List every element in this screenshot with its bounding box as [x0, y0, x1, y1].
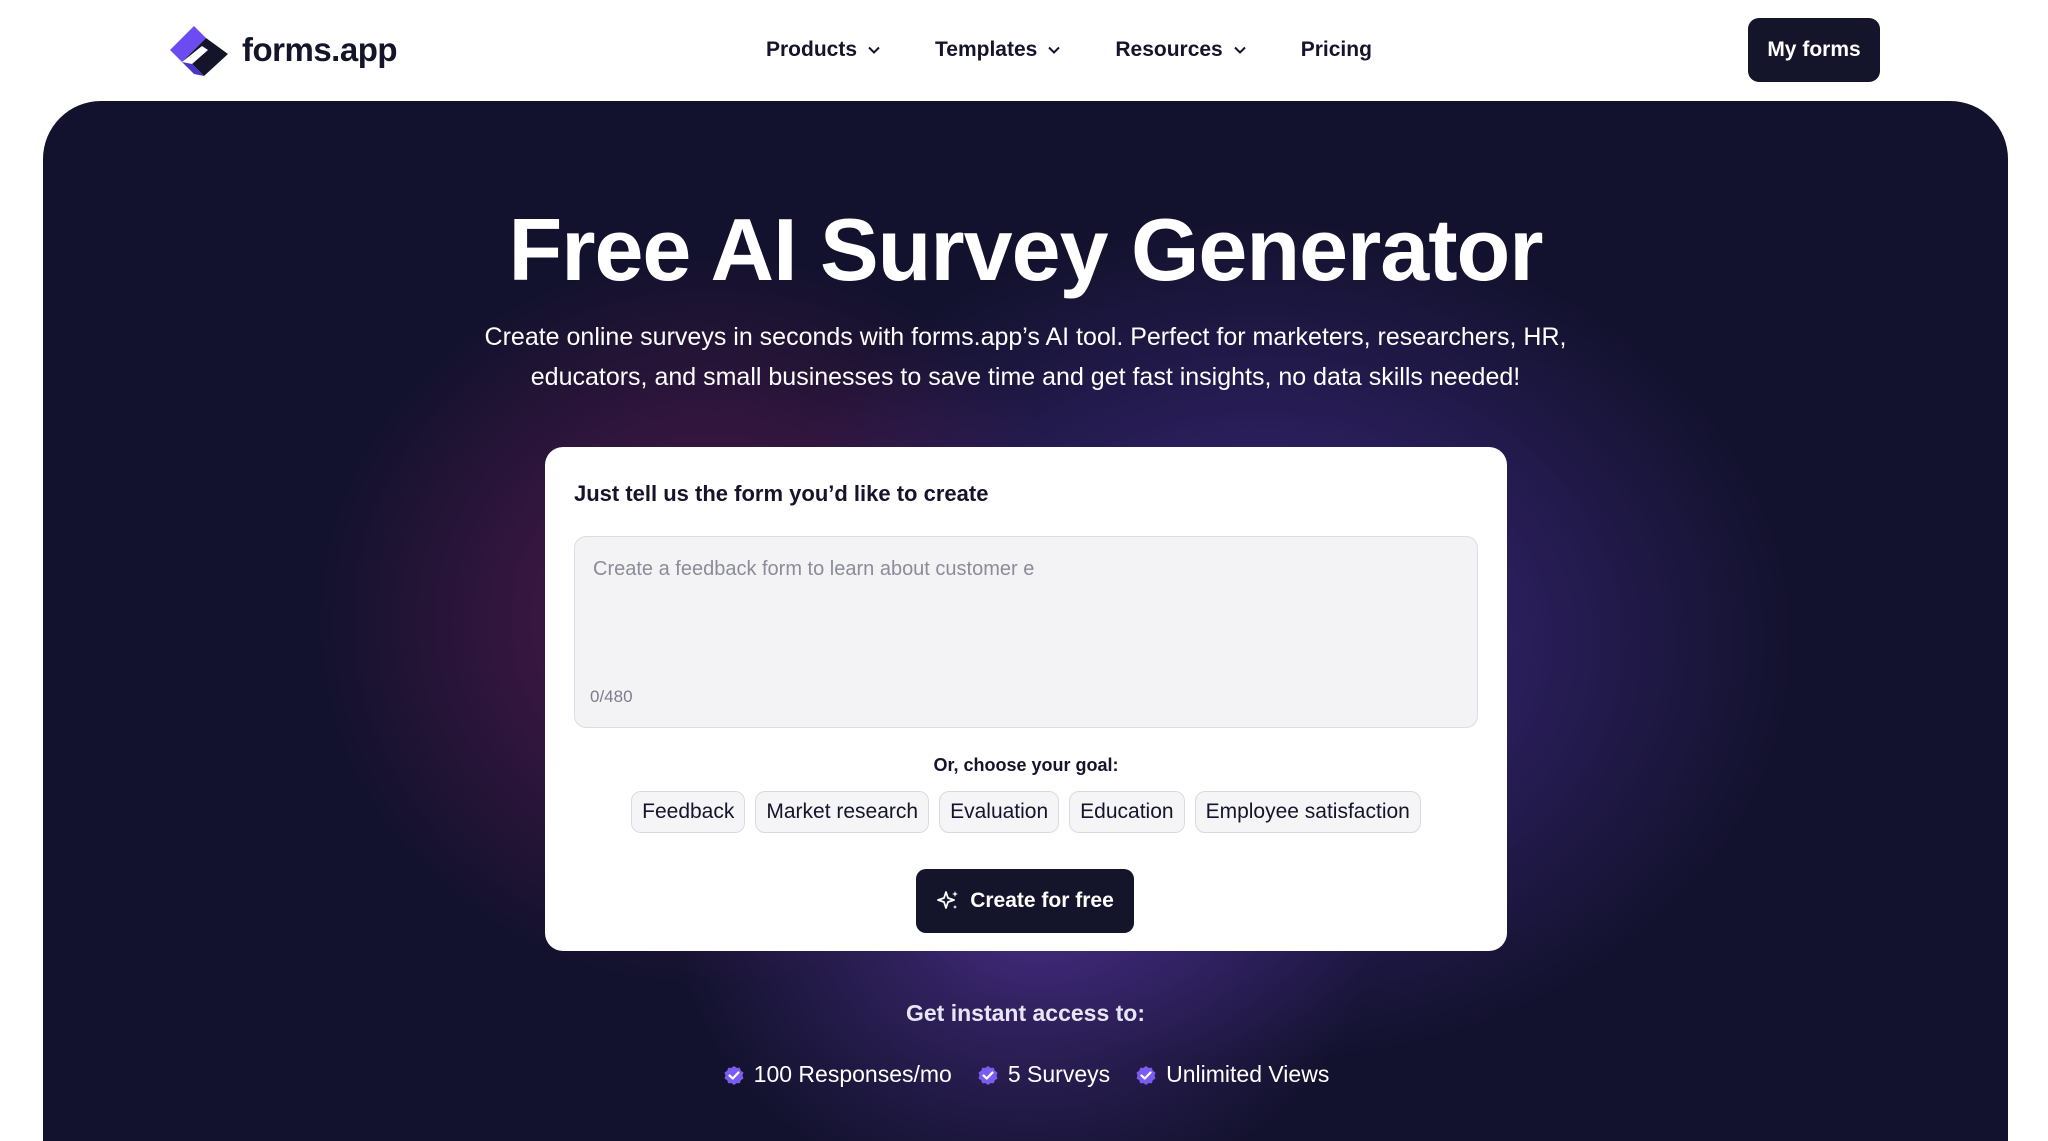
prompt-textarea[interactable]: Create a feedback form to learn about cu…: [574, 536, 1478, 728]
perk-item: Unlimited Views: [1134, 1061, 1329, 1088]
access-perks: 100 Responses/mo 5 Surveys Unlimited Vie…: [43, 1061, 2008, 1088]
goal-chip-employee-satisfaction[interactable]: Employee satisfaction: [1194, 791, 1421, 833]
goal-label: Or, choose your goal:: [933, 755, 1119, 775]
hero-subtitle: Create online surveys in seconds with fo…: [433, 317, 1618, 397]
prompt-placeholder: Create a feedback form to learn about cu…: [593, 558, 1035, 580]
verified-check-icon: [1136, 1065, 1156, 1085]
chevron-down-icon: [868, 46, 880, 54]
ai-generator-card: Just tell us the form you’d like to crea…: [545, 447, 1507, 951]
nav-item-pricing[interactable]: Pricing: [1301, 38, 1372, 62]
hero-subtitle-line-2: educators, and small businesses to save …: [530, 363, 1521, 391]
perk-item: 5 Surveys: [976, 1061, 1110, 1088]
goal-chip-education[interactable]: Education: [1069, 791, 1185, 833]
hero-subtitle-line-1: Create online surveys in seconds with fo…: [484, 323, 1567, 351]
create-for-free-button[interactable]: Create for free: [916, 869, 1134, 933]
create-button-label: Create for free: [970, 889, 1114, 912]
main-nav: Products Templates Resources Pricing: [766, 30, 1372, 70]
nav-item-label: Pricing: [1300, 38, 1372, 61]
perk-label: 100 Responses/mo: [753, 1061, 952, 1087]
access-title: Get instant access to:: [905, 1000, 1146, 1026]
forms-app-logo[interactable]: forms.app: [168, 24, 398, 76]
nav-item-resources[interactable]: Resources: [1115, 38, 1246, 62]
goal-chip-market-research[interactable]: Market research: [755, 791, 930, 833]
sparkle-icon: [937, 891, 959, 909]
prompt-label: Just tell us the form you’d like to crea…: [574, 481, 989, 506]
goal-chip-evaluation[interactable]: Evaluation: [939, 791, 1060, 833]
chevron-down-icon: [1234, 46, 1246, 54]
perk-item: 100 Responses/mo: [722, 1061, 952, 1088]
perk-label: 5 Surveys: [1007, 1061, 1111, 1087]
character-counter: 0/480: [590, 687, 633, 706]
verified-check-icon: [724, 1065, 744, 1085]
page-title: Free AI Survey Generator: [508, 200, 1543, 299]
logo-text: forms.app: [242, 31, 398, 68]
verified-check-icon: [978, 1065, 998, 1085]
perk-label: Unlimited Views: [1166, 1061, 1330, 1087]
chevron-down-icon: [1048, 46, 1061, 54]
hero-section: Free AI Survey Generator Create online s…: [43, 101, 2008, 1141]
my-forms-button[interactable]: My forms: [1748, 18, 1880, 82]
nav-item-label: Templates: [935, 38, 1038, 61]
goal-chips: Feedback Market research Evaluation Educ…: [545, 791, 1507, 833]
top-navigation: forms.app Products Templates Resources P…: [0, 0, 2048, 100]
logo-mark-icon: [170, 26, 228, 76]
nav-item-products[interactable]: Products: [766, 38, 881, 62]
goal-chip-feedback[interactable]: Feedback: [631, 791, 746, 833]
nav-item-label: Resources: [1115, 38, 1223, 61]
nav-item-templates[interactable]: Templates: [935, 38, 1061, 62]
nav-item-label: Products: [766, 38, 858, 61]
